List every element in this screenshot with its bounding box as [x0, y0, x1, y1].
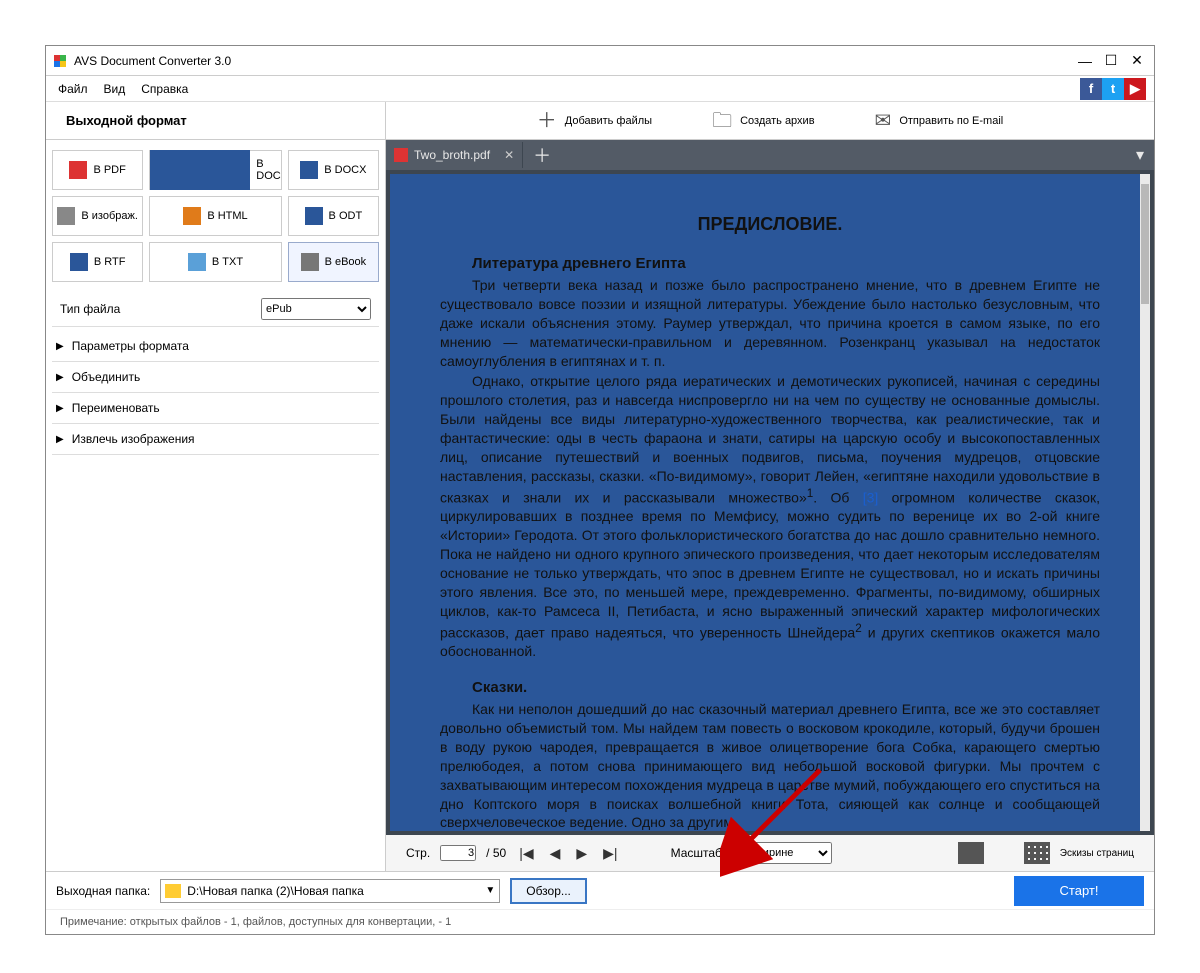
youtube-icon[interactable]: ▶ — [1124, 78, 1146, 100]
titlebar: AVS Document Converter 3.0 — ☐ ✕ — [46, 46, 1154, 76]
chevron-right-icon: ▶ — [56, 341, 64, 352]
reference-link[interactable]: [3] — [863, 489, 879, 505]
filetype-label: Тип файла — [60, 302, 120, 316]
app-title: AVS Document Converter 3.0 — [74, 54, 1074, 68]
output-format-header: Выходной формат — [46, 102, 386, 139]
html-icon — [183, 207, 201, 225]
thumbnails-icon[interactable] — [1024, 842, 1050, 864]
tab-close-icon[interactable]: ✕ — [504, 148, 514, 162]
filetype-row: Тип файла ePub — [52, 292, 379, 327]
tabs-dropdown-icon[interactable]: ▾ — [1126, 145, 1154, 165]
plus-icon: ＋ — [537, 115, 557, 127]
format-grid: В PDF В DOC В DOCX В изображ. В HTML В O… — [52, 150, 379, 282]
document-content: ПРЕДИСЛОВИЕ. Литература древнего Египта … — [390, 174, 1150, 831]
rtf-icon — [70, 253, 88, 271]
mail-icon: ✉ — [875, 115, 892, 127]
ebook-icon — [301, 253, 319, 271]
docx-icon — [300, 161, 318, 179]
format-pdf[interactable]: В PDF — [52, 150, 143, 190]
document-preview[interactable]: ПРЕДИСЛОВИЕ. Литература древнего Египта … — [390, 174, 1150, 831]
main-panel: Two_broth.pdf ✕ ＋ ▾ ПРЕДИСЛОВИЕ. Литерат… — [386, 140, 1154, 871]
odt-icon — [305, 207, 323, 225]
acc-format-params[interactable]: ▶Параметры формата — [52, 331, 379, 362]
format-image[interactable]: В изображ. — [52, 196, 143, 236]
image-icon — [57, 207, 75, 225]
sidebar: В PDF В DOC В DOCX В изображ. В HTML В O… — [46, 140, 386, 871]
format-odt[interactable]: В ODT — [288, 196, 379, 236]
chevron-right-icon: ▶ — [56, 403, 64, 414]
acc-extract-images[interactable]: ▶Извлечь изображения — [52, 424, 379, 455]
start-button[interactable]: Старт! — [1014, 876, 1144, 906]
last-page-button[interactable]: ▶| — [600, 845, 620, 862]
output-folder-label: Выходная папка: — [56, 884, 150, 898]
maximize-button[interactable]: ☐ — [1100, 51, 1122, 71]
document-tab[interactable]: Two_broth.pdf ✕ — [386, 142, 523, 168]
zoom-label: Масштаб — [671, 846, 722, 860]
note-text: Примечание: открытых файлов - 1, файлов,… — [46, 909, 1154, 934]
filetype-select[interactable]: ePub — [261, 298, 371, 320]
format-doc[interactable]: В DOC — [149, 150, 281, 190]
format-txt[interactable]: В TXT — [149, 242, 281, 282]
app-icon — [52, 53, 68, 69]
browse-button[interactable]: Обзор... — [510, 878, 587, 904]
format-html[interactable]: В HTML — [149, 196, 281, 236]
twitter-icon[interactable]: t — [1102, 78, 1124, 100]
page-total: / 50 — [486, 846, 506, 860]
create-archive-button[interactable]: 🗀Создать архив — [712, 115, 814, 127]
output-folder-path: D:\Новая папка (2)\Новая папка — [187, 884, 364, 898]
menubar: Файл Вид Справка f t ▶ — [46, 76, 1154, 102]
folder-icon — [165, 884, 181, 898]
app-window: AVS Document Converter 3.0 — ☐ ✕ Файл Ви… — [45, 45, 1155, 935]
acc-rename[interactable]: ▶Переименовать — [52, 393, 379, 424]
top-strip: Выходной формат ＋Добавить файлы 🗀Создать… — [46, 102, 1154, 140]
menu-file[interactable]: Файл — [50, 79, 96, 99]
minimize-button[interactable]: — — [1074, 51, 1096, 71]
format-docx[interactable]: В DOCX — [288, 150, 379, 190]
doc-paragraph: Три четверти века назад и позже было рас… — [440, 276, 1100, 370]
zoom-select[interactable]: По ширине — [732, 842, 832, 864]
doc-heading-2: Сказки. — [472, 679, 1100, 696]
scrollbar-thumb[interactable] — [1141, 184, 1149, 304]
send-email-button[interactable]: ✉Отправить по E-mail — [875, 115, 1004, 127]
pdf-icon — [69, 161, 87, 179]
pdf-file-icon — [394, 148, 408, 162]
menu-help[interactable]: Справка — [133, 79, 196, 99]
facebook-icon[interactable]: f — [1080, 78, 1102, 100]
next-page-button[interactable]: ▶ — [573, 845, 590, 862]
output-folder-input[interactable]: D:\Новая папка (2)\Новая папка ▼ — [160, 879, 500, 903]
page-label: Стр. — [406, 846, 430, 860]
bottom-bar: Выходная папка: D:\Новая папка (2)\Новая… — [46, 871, 1154, 909]
acc-merge[interactable]: ▶Объединить — [52, 362, 379, 393]
doc-title: ПРЕДИСЛОВИЕ. — [440, 214, 1100, 235]
chevron-right-icon: ▶ — [56, 372, 64, 383]
add-files-button[interactable]: ＋Добавить файлы — [537, 115, 652, 127]
doc-paragraph: Однако, открытие целого ряда иератически… — [440, 372, 1100, 661]
print-icon[interactable] — [958, 842, 984, 864]
tabbar: Two_broth.pdf ✕ ＋ ▾ — [386, 140, 1154, 170]
tab-label: Two_broth.pdf — [414, 148, 490, 162]
format-ebook[interactable]: В eBook — [288, 242, 379, 282]
vertical-scrollbar[interactable] — [1140, 174, 1150, 831]
chevron-down-icon[interactable]: ▼ — [485, 885, 495, 896]
add-tab-button[interactable]: ＋ — [523, 142, 561, 168]
first-page-button[interactable]: |◀ — [516, 845, 536, 862]
doc-heading-1: Литература древнего Египта — [472, 255, 1100, 272]
doc-paragraph: Как ни неполон дошедший до нас сказочный… — [440, 700, 1100, 831]
page-number-input[interactable] — [440, 845, 476, 861]
prev-page-button[interactable]: ◀ — [547, 845, 564, 862]
doc-icon — [150, 150, 250, 190]
archive-icon: 🗀 — [712, 115, 732, 127]
social-links: f t ▶ — [1080, 78, 1146, 100]
close-button[interactable]: ✕ — [1126, 51, 1148, 71]
preview-toolbar: Стр. / 50 |◀ ◀ ▶ ▶| Масштаб По ширине Эс… — [386, 835, 1154, 871]
format-rtf[interactable]: В RTF — [52, 242, 143, 282]
thumbnails-label[interactable]: Эскизы страниц — [1060, 848, 1134, 859]
chevron-right-icon: ▶ — [56, 434, 64, 445]
menu-view[interactable]: Вид — [96, 79, 134, 99]
txt-icon — [188, 253, 206, 271]
